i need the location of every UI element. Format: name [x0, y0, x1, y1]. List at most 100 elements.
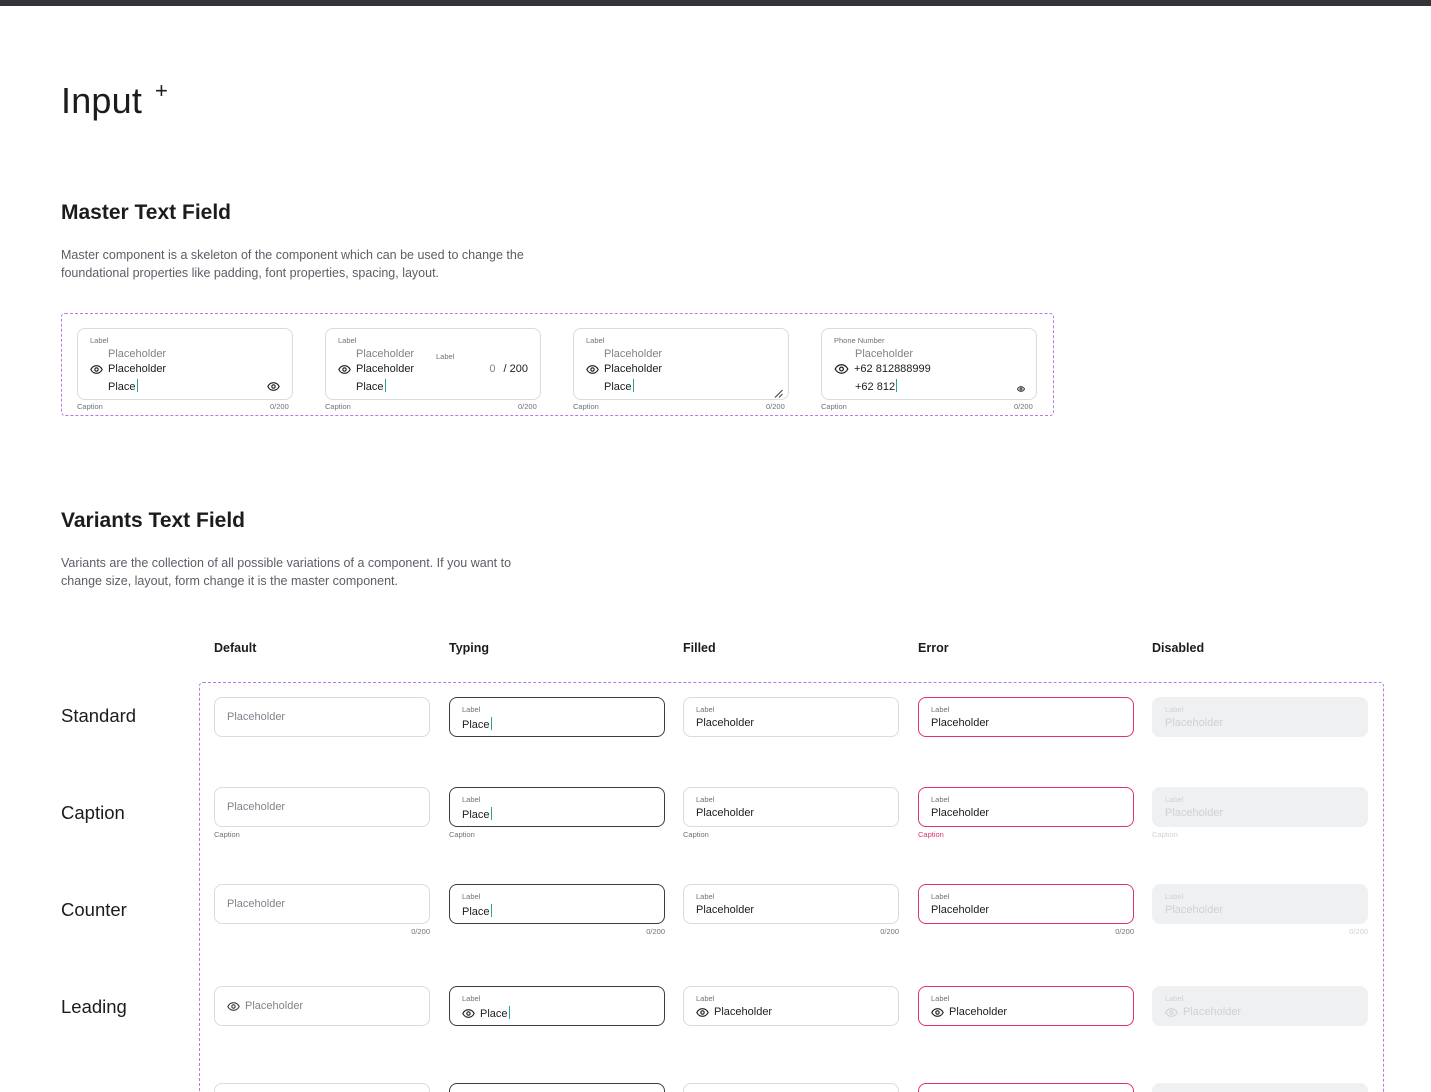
field-value: Placeholder: [604, 363, 663, 375]
caption-default-field[interactable]: Placeholder: [214, 787, 430, 827]
field-counter: 0/200: [880, 927, 899, 936]
field-value: +62 812888999: [854, 363, 931, 375]
leading-error-field[interactable]: Label Placeholder: [918, 986, 1134, 1026]
caption-disabled-field: Label Placeholder: [1152, 787, 1368, 827]
inline-counter: 0/ 200: [489, 363, 528, 375]
field-value: Placeholder: [1165, 904, 1224, 916]
field-counter: 0/200: [646, 927, 665, 936]
master-field-textarea[interactable]: Label Placeholder Placeholder Place: [573, 328, 789, 400]
field-label: Label: [931, 892, 950, 901]
master-field-counter[interactable]: Label Placeholder Label Placeholder 0/ 2…: [325, 328, 541, 400]
counter-error-field[interactable]: Label Placeholder: [918, 884, 1134, 924]
eye-icon: [931, 1007, 944, 1017]
field-counter: 0/200: [1115, 927, 1134, 936]
field-leading-row: Placeholder: [1165, 1006, 1241, 1018]
field-value: Placeholder: [108, 363, 167, 375]
caption-error-field[interactable]: Label Placeholder: [918, 787, 1134, 827]
field-value: Placeholder: [1165, 807, 1224, 819]
field-value: Placeholder: [931, 904, 990, 916]
field-typed-value: Place: [480, 1008, 508, 1020]
standard-disabled-field: Label Placeholder: [1152, 697, 1368, 737]
standard-typing-field[interactable]: Label Place: [449, 697, 665, 737]
field-leading-row: Place: [462, 1006, 510, 1020]
top-bar: [0, 0, 1431, 6]
field-label: Label: [1165, 994, 1184, 1003]
field-label: Label: [586, 336, 605, 345]
field-value: Placeholder: [1165, 717, 1224, 729]
leading-filled-field[interactable]: Label Placeholder: [683, 986, 899, 1026]
row-header-caption: Caption: [61, 802, 125, 823]
master-field-password[interactable]: Label Placeholder Placeholder Place: [77, 328, 293, 400]
field-typed-value: Place: [462, 807, 492, 821]
text-caret: [896, 379, 898, 392]
title-plus-mark: +: [155, 78, 168, 103]
counter-filled-field[interactable]: Label Placeholder: [683, 884, 899, 924]
field-caption: Caption: [214, 830, 240, 839]
field-label: Label: [462, 892, 481, 901]
standard-error-field[interactable]: Label Placeholder: [918, 697, 1134, 737]
leading-typing-field[interactable]: Label Place: [449, 986, 665, 1026]
field-label: Label: [931, 795, 950, 804]
caption-filled-field[interactable]: Label Placeholder: [683, 787, 899, 827]
field-placeholder: Placeholder: [245, 1000, 304, 1012]
field-value: Placeholder: [696, 807, 755, 819]
field-counter: 0/200: [1014, 402, 1033, 411]
field-caption: Caption: [683, 830, 709, 839]
caption-typing-field[interactable]: Label Place: [449, 787, 665, 827]
next-row-filled-field[interactable]: [683, 1083, 899, 1092]
field-counter: 0/200: [766, 402, 785, 411]
variants-section-description: Variants are the collection of all possi…: [61, 556, 512, 588]
field-placeholder: Placeholder: [356, 348, 415, 360]
field-caption: Caption: [573, 402, 599, 411]
row-header-counter: Counter: [61, 899, 127, 920]
field-value: Placeholder: [931, 807, 990, 819]
master-section-description: Master component is a skeleton of the co…: [61, 248, 524, 280]
field-label: Label: [696, 795, 715, 804]
field-leading-row: Placeholder: [696, 1006, 772, 1018]
field-placeholder: Placeholder: [108, 348, 167, 360]
master-field-phone[interactable]: Phone Number Placeholder +62 812888999 +…: [821, 328, 1037, 400]
eye-icon: [462, 1008, 475, 1018]
field-leading-row: Placeholder: [227, 1000, 303, 1012]
next-row-error-field[interactable]: [918, 1083, 1134, 1092]
field-counter: 0/200: [1349, 927, 1368, 936]
text-caret: [490, 904, 492, 917]
eye-icon: [834, 364, 849, 374]
field-placeholder: Placeholder: [604, 348, 663, 360]
field-typed-value: Place: [108, 379, 138, 393]
field-label: Phone Number: [834, 336, 885, 345]
counter-typing-field[interactable]: Label Place: [449, 884, 665, 924]
counter-default-field[interactable]: Placeholder: [214, 884, 430, 924]
field-label: Label: [462, 795, 481, 804]
field-value: Placeholder: [949, 1006, 1008, 1018]
eye-icon: [696, 1007, 709, 1017]
field-leading-row: +62 812888999: [834, 363, 931, 375]
field-caption: Caption: [449, 830, 475, 839]
column-header-default: Default: [214, 641, 257, 655]
field-caption: Caption: [821, 402, 847, 411]
field-placeholder: Placeholder: [855, 348, 914, 360]
field-label: Label: [338, 336, 357, 345]
field-typed-value: Place: [356, 379, 386, 393]
eye-toggle-icon[interactable]: [267, 382, 280, 391]
field-value: Placeholder: [1183, 1006, 1242, 1018]
standard-default-field[interactable]: Placeholder: [214, 697, 430, 737]
next-row-typing-field[interactable]: [449, 1083, 665, 1092]
standard-filled-field[interactable]: Label Placeholder: [683, 697, 899, 737]
field-counter: 0/200: [270, 402, 289, 411]
field-value: Placeholder: [931, 717, 990, 729]
eye-toggle-icon[interactable]: [1017, 386, 1025, 392]
field-caption: Caption: [1152, 830, 1178, 839]
field-error-caption: Caption: [918, 830, 944, 839]
field-counter: 0/200: [411, 927, 430, 936]
next-row-default-field[interactable]: [214, 1083, 430, 1092]
leading-default-field[interactable]: Placeholder: [214, 986, 430, 1026]
eye-icon: [586, 364, 599, 374]
column-header-typing: Typing: [449, 641, 490, 655]
eye-icon: [90, 364, 103, 374]
field-typed-value: Place: [462, 904, 492, 918]
leading-disabled-field: Label Placeholder: [1152, 986, 1368, 1026]
master-section-title: Master Text Field: [61, 201, 231, 224]
resize-handle-icon[interactable]: [774, 385, 783, 398]
field-value: Placeholder: [356, 363, 415, 375]
